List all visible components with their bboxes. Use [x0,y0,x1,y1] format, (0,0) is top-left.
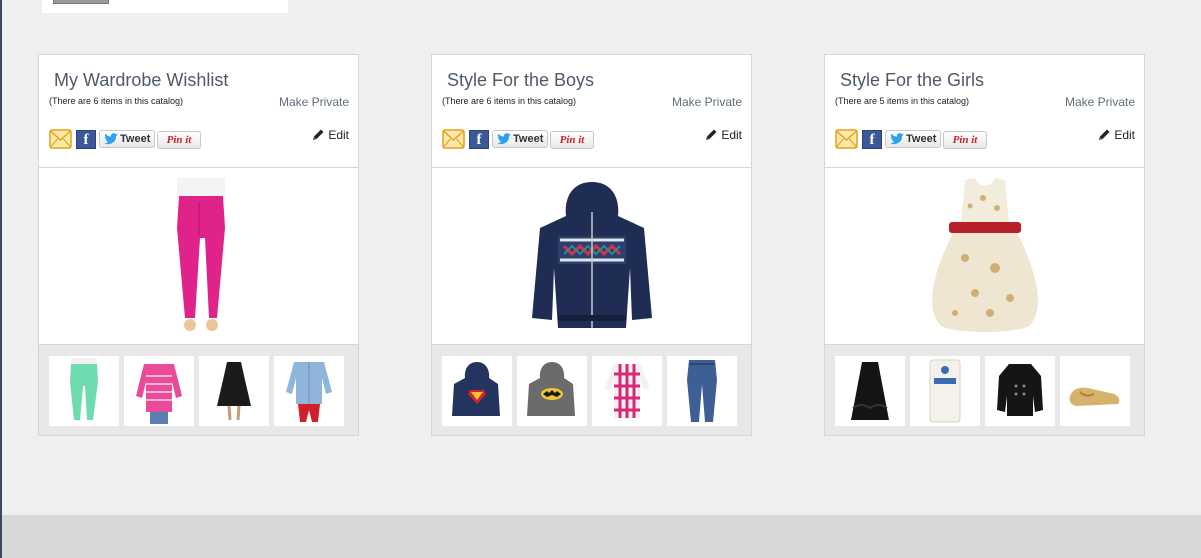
top-panel-button[interactable] [53,0,109,4]
thumbnail-pink-striped-top[interactable] [124,356,194,426]
thumbnail-pink-plaid-shirt[interactable] [592,356,662,426]
boys-jeans-image [687,360,717,422]
tweet-label: Tweet [906,133,937,145]
tweet-label: Tweet [120,133,151,145]
catalog-header: Style For the Boys (There are 6 items in… [432,55,751,168]
facebook-share-icon[interactable]: f [76,130,96,149]
facebook-share-icon[interactable]: f [469,130,489,149]
edit-link[interactable]: Edit [313,128,349,142]
tights-pack-image [929,359,961,423]
make-private-link[interactable]: Make Private [279,95,349,109]
catalog-main-image[interactable] [39,168,358,345]
edit-label: Edit [1114,128,1135,142]
catalog-header: Style For the Girls (There are 5 items i… [825,55,1144,168]
pink-top-image [136,364,182,424]
catalog-item-count: (There are 5 items in this catalog) [835,96,970,106]
pin-it-button[interactable]: Pin it [157,131,201,149]
pencil-icon [1099,129,1110,140]
superman-hoodie-image [452,362,500,416]
thumbnail-white-tights[interactable] [910,356,980,426]
catalog-item-count: (There are 6 items in this catalog) [49,96,184,106]
email-share-icon[interactable] [442,129,465,149]
mint-jeans-image [70,358,98,420]
floral-dress-image [932,178,1038,332]
twitter-bird-icon [890,133,904,145]
thumbnail-superman-hoodie[interactable] [442,356,512,426]
batman-hoodie-image [527,362,575,416]
thumbnail-black-peacoat[interactable] [985,356,1055,426]
plaid-shirt-image [604,364,650,418]
black-ruffle-dress-image [851,362,889,420]
twitter-bird-icon [497,133,511,145]
catalog-title[interactable]: My Wardrobe Wishlist [54,70,228,91]
thumbnail-black-ruffle-dress[interactable] [835,356,905,426]
page-footer [2,515,1201,558]
make-private-link[interactable]: Make Private [672,95,742,109]
peacoat-image [997,364,1043,416]
tweet-button[interactable]: Tweet [885,130,941,148]
twitter-bird-icon [104,133,118,145]
edit-link[interactable]: Edit [706,128,742,142]
email-share-icon[interactable] [835,129,858,149]
thumbnail-denim-shirt[interactable] [274,356,344,426]
catalog-main-image[interactable] [432,168,751,345]
catalog-main-image[interactable] [825,168,1144,345]
thumbnail-gold-flats[interactable] [1060,356,1130,426]
edit-label: Edit [721,128,742,142]
catalog-card-girls: Style For the Girls (There are 5 items i… [824,54,1145,436]
catalog-card-wardrobe: My Wardrobe Wishlist (There are 6 items … [38,54,359,436]
thumbnail-boys-jeans[interactable] [667,356,737,426]
catalog-title[interactable]: Style For the Girls [840,70,984,91]
email-share-icon[interactable] [49,129,72,149]
pencil-icon [706,129,717,140]
edit-label: Edit [328,128,349,142]
tweet-button[interactable]: Tweet [99,130,155,148]
thumbnail-black-dress[interactable] [199,356,269,426]
catalog-title[interactable]: Style For the Boys [447,70,594,91]
thumbnail-batman-hoodie[interactable] [517,356,587,426]
pin-it-button[interactable]: Pin it [550,131,594,149]
navy-hoodie-image [532,182,652,328]
black-dress-image [217,362,251,421]
gold-flats-image [1069,387,1120,406]
denim-shirt-image [286,362,332,422]
edit-link[interactable]: Edit [1099,128,1135,142]
tweet-button[interactable]: Tweet [492,130,548,148]
catalog-card-boys: Style For the Boys (There are 6 items in… [431,54,752,436]
thumbnail-mint-jeans[interactable] [49,356,119,426]
catalog-header: My Wardrobe Wishlist (There are 6 items … [39,55,358,168]
pin-it-button[interactable]: Pin it [943,131,987,149]
make-private-link[interactable]: Make Private [1065,95,1135,109]
pink-jeans-image [177,178,225,331]
pencil-icon [313,129,324,140]
tweet-label: Tweet [513,133,544,145]
catalog-item-count: (There are 6 items in this catalog) [442,96,577,106]
facebook-share-icon[interactable]: f [862,130,882,149]
